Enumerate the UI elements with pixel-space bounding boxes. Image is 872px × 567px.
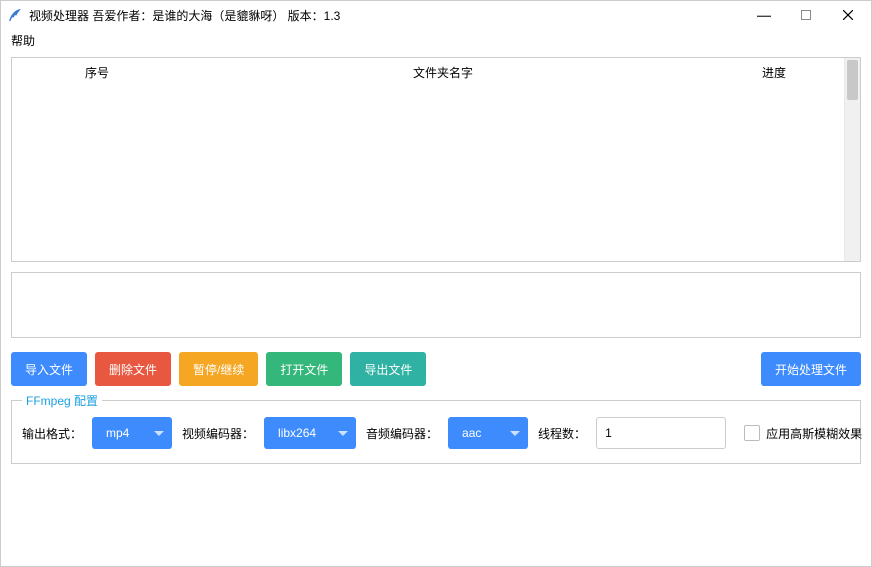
ffmpeg-config-group: FFmpeg 配置 输出格式： mp4 视频编码器： libx264 音频编码器… bbox=[11, 400, 861, 464]
video-encoder-select[interactable]: libx264 bbox=[264, 417, 356, 449]
list-rows[interactable] bbox=[12, 86, 844, 261]
audio-encoder-value: aac bbox=[462, 426, 481, 440]
window-title: 视频处理器 吾爱作者：是谁的大海（是貔貅呀） 版本：1.3 bbox=[27, 7, 340, 24]
app-icon bbox=[7, 7, 23, 23]
export-button[interactable]: 导出文件 bbox=[350, 352, 426, 386]
audio-encoder-label: 音频编码器： bbox=[366, 425, 438, 442]
scrollbar-thumb[interactable] bbox=[847, 60, 858, 100]
output-format-select[interactable]: mp4 bbox=[92, 417, 172, 449]
file-list-panel: 序号 文件夹名字 进度 bbox=[11, 57, 861, 262]
menu-help[interactable]: 帮助 bbox=[7, 30, 39, 51]
video-encoder-value: libx264 bbox=[278, 426, 316, 440]
open-button[interactable]: 打开文件 bbox=[266, 352, 342, 386]
list-headers: 序号 文件夹名字 进度 bbox=[12, 58, 844, 86]
delete-button[interactable]: 删除文件 bbox=[95, 352, 171, 386]
start-button[interactable]: 开始处理文件 bbox=[761, 352, 861, 386]
maximize-button[interactable] bbox=[785, 1, 827, 29]
gaussian-blur-label: 应用高斯模糊效果 bbox=[766, 425, 862, 442]
header-foldername[interactable]: 文件夹名字 bbox=[182, 64, 704, 81]
output-format-label: 输出格式： bbox=[22, 425, 82, 442]
chevron-down-icon bbox=[510, 431, 520, 436]
close-button[interactable] bbox=[827, 1, 869, 29]
pause-resume-button[interactable]: 暂停/继续 bbox=[179, 352, 258, 386]
threads-label: 线程数： bbox=[538, 425, 586, 442]
audio-encoder-select[interactable]: aac bbox=[448, 417, 528, 449]
gaussian-blur-checkbox[interactable] bbox=[744, 425, 760, 441]
header-index[interactable]: 序号 bbox=[12, 64, 182, 81]
video-encoder-label: 视频编码器： bbox=[182, 425, 254, 442]
chevron-down-icon bbox=[154, 431, 164, 436]
header-progress[interactable]: 进度 bbox=[704, 64, 844, 81]
log-panel[interactable] bbox=[11, 272, 861, 338]
ffmpeg-legend: FFmpeg 配置 bbox=[22, 392, 102, 409]
title-bar: 视频处理器 吾爱作者：是谁的大海（是貔貅呀） 版本：1.3 — bbox=[1, 1, 871, 29]
menu-bar: 帮助 bbox=[1, 29, 871, 51]
threads-input[interactable] bbox=[596, 417, 726, 449]
button-row: 导入文件 删除文件 暂停/继续 打开文件 导出文件 开始处理文件 bbox=[11, 352, 861, 386]
minimize-button[interactable]: — bbox=[743, 1, 785, 29]
import-button[interactable]: 导入文件 bbox=[11, 352, 87, 386]
output-format-value: mp4 bbox=[106, 426, 129, 440]
chevron-down-icon bbox=[338, 431, 348, 436]
list-scrollbar[interactable] bbox=[844, 58, 860, 261]
